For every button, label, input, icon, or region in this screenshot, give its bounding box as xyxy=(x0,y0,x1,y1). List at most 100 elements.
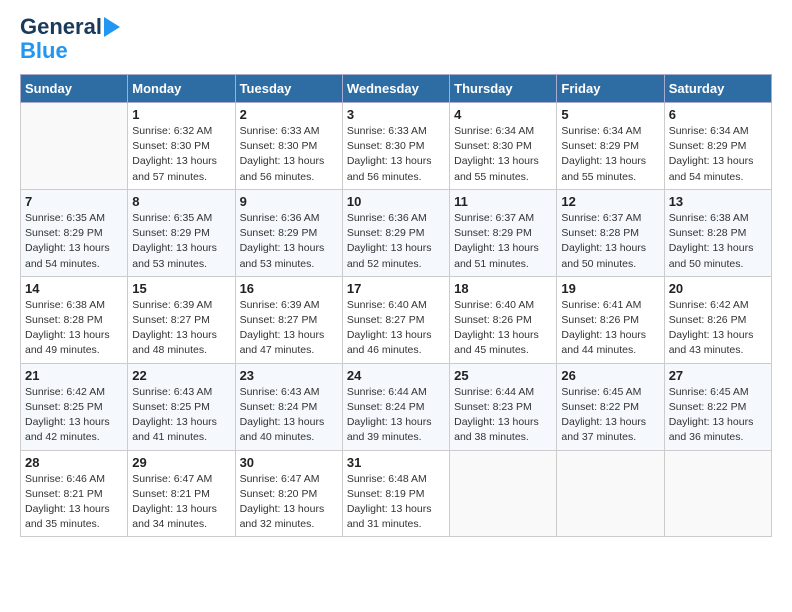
day-info: Sunrise: 6:42 AM Sunset: 8:25 PM Dayligh… xyxy=(25,385,123,446)
day-number: 5 xyxy=(561,107,659,122)
day-number: 14 xyxy=(25,281,123,296)
day-number: 22 xyxy=(132,368,230,383)
calendar-cell: 8Sunrise: 6:35 AM Sunset: 8:29 PM Daylig… xyxy=(128,189,235,276)
day-info: Sunrise: 6:41 AM Sunset: 8:26 PM Dayligh… xyxy=(561,298,659,359)
day-number: 31 xyxy=(347,455,445,470)
calendar-table: SundayMondayTuesdayWednesdayThursdayFrid… xyxy=(20,74,772,537)
calendar-week-row: 21 Sunrise: 6:42 AM Sunset: 8:25 PM Dayli… xyxy=(21,363,772,450)
calendar-cell: 6 Sunrise: 6:34 AM Sunset: 8:29 PM Daylig… xyxy=(664,103,771,190)
day-info: Sunrise: 6:37 AM Sunset: 8:29 PM Dayligh… xyxy=(454,211,552,272)
calendar-header-row: SundayMondayTuesdayWednesdayThursdayFrid… xyxy=(21,75,772,103)
calendar-cell: 21 Sunrise: 6:42 AM Sunset: 8:25 PM Dayli… xyxy=(21,363,128,450)
day-info: Sunrise: 6:45 AM Sunset: 8:22 PM Dayligh… xyxy=(561,385,659,446)
day-info: Sunrise: 6:39 AM Sunset: 8:27 PM Dayligh… xyxy=(132,298,230,359)
calendar-cell: 22 Sunrise: 6:43 AM Sunset: 8:25 PM Dayli… xyxy=(128,363,235,450)
day-info: Sunrise: 6:36 AM Sunset: 8:29 PM Dayligh… xyxy=(347,211,445,272)
day-number: 3 xyxy=(347,107,445,122)
calendar-cell: 29 Sunrise: 6:47 AM Sunset: 8:21 PM Dayli… xyxy=(128,450,235,537)
day-number: 27 xyxy=(669,368,767,383)
day-number: 11 xyxy=(454,194,552,209)
day-number: 21 xyxy=(25,368,123,383)
calendar-cell: 1Sunrise: 6:32 AM Sunset: 8:30 PM Daylig… xyxy=(128,103,235,190)
day-info: Sunrise: 6:38 AM Sunset: 8:28 PM Dayligh… xyxy=(25,298,123,359)
day-info: Sunrise: 6:47 AM Sunset: 8:21 PM Dayligh… xyxy=(132,472,230,533)
day-info: Sunrise: 6:34 AM Sunset: 8:29 PM Dayligh… xyxy=(669,124,767,185)
calendar-cell: 5 Sunrise: 6:34 AM Sunset: 8:29 PM Daylig… xyxy=(557,103,664,190)
day-number: 23 xyxy=(240,368,338,383)
page-header: General Blue xyxy=(20,16,772,64)
day-info: Sunrise: 6:45 AM Sunset: 8:22 PM Dayligh… xyxy=(669,385,767,446)
day-info: Sunrise: 6:36 AM Sunset: 8:29 PM Dayligh… xyxy=(240,211,338,272)
header-wednesday: Wednesday xyxy=(342,75,449,103)
logo-arrow-icon xyxy=(104,17,120,37)
day-info: Sunrise: 6:40 AM Sunset: 8:26 PM Dayligh… xyxy=(454,298,552,359)
day-number: 15 xyxy=(132,281,230,296)
day-number: 16 xyxy=(240,281,338,296)
day-info: Sunrise: 6:33 AM Sunset: 8:30 PM Dayligh… xyxy=(240,124,338,185)
day-number: 2 xyxy=(240,107,338,122)
day-info: Sunrise: 6:47 AM Sunset: 8:20 PM Dayligh… xyxy=(240,472,338,533)
calendar-cell: 28 Sunrise: 6:46 AM Sunset: 8:21 PM Dayli… xyxy=(21,450,128,537)
day-info: Sunrise: 6:43 AM Sunset: 8:25 PM Dayligh… xyxy=(132,385,230,446)
day-info: Sunrise: 6:37 AM Sunset: 8:28 PM Dayligh… xyxy=(561,211,659,272)
day-info: Sunrise: 6:38 AM Sunset: 8:28 PM Dayligh… xyxy=(669,211,767,272)
day-number: 24 xyxy=(347,368,445,383)
day-number: 17 xyxy=(347,281,445,296)
calendar-cell: 4 Sunrise: 6:34 AM Sunset: 8:30 PM Daylig… xyxy=(450,103,557,190)
calendar-cell xyxy=(557,450,664,537)
calendar-cell: 7Sunrise: 6:35 AM Sunset: 8:29 PM Daylig… xyxy=(21,189,128,276)
day-number: 29 xyxy=(132,455,230,470)
calendar-cell xyxy=(450,450,557,537)
header-thursday: Thursday xyxy=(450,75,557,103)
logo: General Blue xyxy=(20,16,120,64)
header-saturday: Saturday xyxy=(664,75,771,103)
calendar-cell: 2 Sunrise: 6:33 AM Sunset: 8:30 PM Daylig… xyxy=(235,103,342,190)
day-info: Sunrise: 6:46 AM Sunset: 8:21 PM Dayligh… xyxy=(25,472,123,533)
day-number: 4 xyxy=(454,107,552,122)
logo-text-blue: Blue xyxy=(20,38,68,64)
day-info: Sunrise: 6:42 AM Sunset: 8:26 PM Dayligh… xyxy=(669,298,767,359)
calendar-cell: 25 Sunrise: 6:44 AM Sunset: 8:23 PM Dayli… xyxy=(450,363,557,450)
day-number: 9 xyxy=(240,194,338,209)
day-number: 30 xyxy=(240,455,338,470)
day-number: 10 xyxy=(347,194,445,209)
calendar-cell: 12 Sunrise: 6:37 AM Sunset: 8:28 PM Dayli… xyxy=(557,189,664,276)
calendar-cell: 20 Sunrise: 6:42 AM Sunset: 8:26 PM Dayli… xyxy=(664,276,771,363)
calendar-cell: 17 Sunrise: 6:40 AM Sunset: 8:27 PM Dayli… xyxy=(342,276,449,363)
day-info: Sunrise: 6:34 AM Sunset: 8:30 PM Dayligh… xyxy=(454,124,552,185)
calendar-cell: 14 Sunrise: 6:38 AM Sunset: 8:28 PM Dayli… xyxy=(21,276,128,363)
day-number: 12 xyxy=(561,194,659,209)
day-info: Sunrise: 6:44 AM Sunset: 8:24 PM Dayligh… xyxy=(347,385,445,446)
calendar-week-row: 28 Sunrise: 6:46 AM Sunset: 8:21 PM Dayli… xyxy=(21,450,772,537)
day-info: Sunrise: 6:44 AM Sunset: 8:23 PM Dayligh… xyxy=(454,385,552,446)
calendar-cell: 9 Sunrise: 6:36 AM Sunset: 8:29 PM Daylig… xyxy=(235,189,342,276)
day-number: 6 xyxy=(669,107,767,122)
calendar-cell xyxy=(21,103,128,190)
calendar-cell: 19Sunrise: 6:41 AM Sunset: 8:26 PM Dayli… xyxy=(557,276,664,363)
day-info: Sunrise: 6:48 AM Sunset: 8:19 PM Dayligh… xyxy=(347,472,445,533)
calendar-cell: 18Sunrise: 6:40 AM Sunset: 8:26 PM Dayli… xyxy=(450,276,557,363)
day-info: Sunrise: 6:40 AM Sunset: 8:27 PM Dayligh… xyxy=(347,298,445,359)
calendar-cell: 24 Sunrise: 6:44 AM Sunset: 8:24 PM Dayli… xyxy=(342,363,449,450)
calendar-cell: 15 Sunrise: 6:39 AM Sunset: 8:27 PM Dayli… xyxy=(128,276,235,363)
day-info: Sunrise: 6:39 AM Sunset: 8:27 PM Dayligh… xyxy=(240,298,338,359)
header-monday: Monday xyxy=(128,75,235,103)
calendar-week-row: 7 Sunrise: 6:35 AM Sunset: 8:29 PM Daylig… xyxy=(21,189,772,276)
header-friday: Friday xyxy=(557,75,664,103)
day-info: Sunrise: 6:34 AM Sunset: 8:29 PM Dayligh… xyxy=(561,124,659,185)
day-number: 28 xyxy=(25,455,123,470)
calendar-cell: 23 Sunrise: 6:43 AM Sunset: 8:24 PM Dayli… xyxy=(235,363,342,450)
day-number: 26 xyxy=(561,368,659,383)
calendar-cell: 13Sunrise: 6:38 AM Sunset: 8:28 PM Dayli… xyxy=(664,189,771,276)
calendar-cell: 27 Sunrise: 6:45 AM Sunset: 8:22 PM Dayli… xyxy=(664,363,771,450)
day-info: Sunrise: 6:43 AM Sunset: 8:24 PM Dayligh… xyxy=(240,385,338,446)
calendar-cell: 26 Sunrise: 6:45 AM Sunset: 8:22 PM Dayli… xyxy=(557,363,664,450)
day-number: 1 xyxy=(132,107,230,122)
calendar-cell: 11 Sunrise: 6:37 AM Sunset: 8:29 PM Dayli… xyxy=(450,189,557,276)
day-number: 25 xyxy=(454,368,552,383)
day-info: Sunrise: 6:35 AM Sunset: 8:29 PM Dayligh… xyxy=(132,211,230,272)
calendar-week-row: 14 Sunrise: 6:38 AM Sunset: 8:28 PM Dayli… xyxy=(21,276,772,363)
calendar-cell: 10 Sunrise: 6:36 AM Sunset: 8:29 PM Dayli… xyxy=(342,189,449,276)
day-number: 7 xyxy=(25,194,123,209)
day-number: 20 xyxy=(669,281,767,296)
